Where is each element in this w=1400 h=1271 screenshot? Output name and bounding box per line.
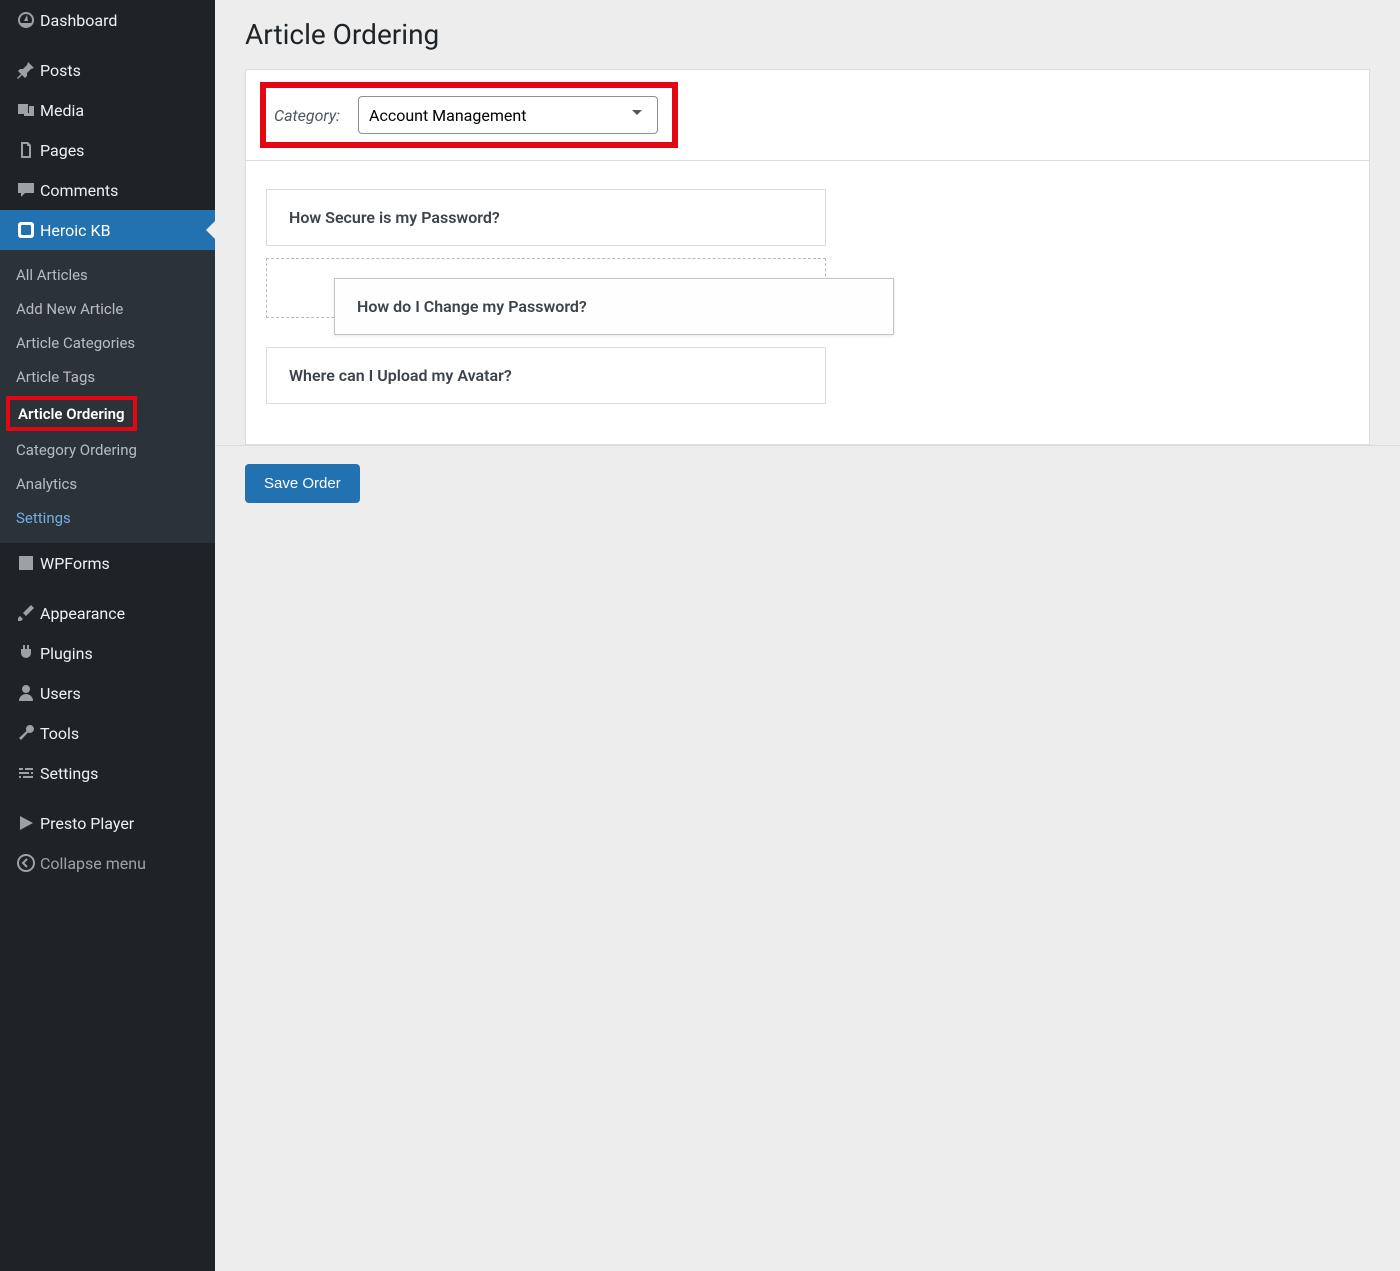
save-order-button[interactable]: Save Order	[245, 464, 360, 503]
sidebar-label: Settings	[40, 764, 98, 783]
sidebar-item-tools[interactable]: Tools	[0, 713, 215, 753]
article-row-dragging[interactable]: How do I Change my Password?	[334, 278, 894, 335]
sidebar-label: Posts	[40, 61, 81, 80]
heroic-kb-submenu: All Articles Add New Article Article Cat…	[0, 250, 215, 543]
collapse-icon	[12, 853, 40, 873]
sidebar-item-users[interactable]: Users	[0, 673, 215, 713]
article-row[interactable]: Where can I Upload my Avatar?	[266, 347, 826, 404]
sidebar-item-comments[interactable]: Comments	[0, 170, 215, 210]
submenu-add-new[interactable]: Add New Article	[0, 292, 215, 326]
book-icon	[12, 220, 40, 240]
sidebar-item-appearance[interactable]: Appearance	[0, 593, 215, 633]
chevron-down-icon	[627, 103, 647, 127]
ordering-panel: Category: Account Management How Secure …	[245, 69, 1370, 445]
comments-icon	[12, 180, 40, 200]
category-bar: Category: Account Management	[246, 70, 1369, 161]
category-label: Category:	[274, 106, 340, 125]
brush-icon	[12, 603, 40, 623]
submenu-settings[interactable]: Settings	[0, 501, 215, 535]
sidebar-label: Tools	[40, 724, 79, 743]
sidebar-collapse[interactable]: Collapse menu	[0, 843, 215, 883]
submenu-article-ordering[interactable]: Article Ordering	[18, 405, 125, 423]
submenu-tags[interactable]: Article Tags	[0, 360, 215, 394]
sidebar-item-pages[interactable]: Pages	[0, 130, 215, 170]
sidebar-item-heroic-kb[interactable]: Heroic KB	[0, 210, 215, 250]
sidebar-label: Collapse menu	[40, 854, 146, 873]
sidebar-label: WPForms	[40, 554, 110, 573]
sidebar-label: Dashboard	[40, 11, 117, 30]
sidebar-label: Heroic KB	[40, 221, 111, 240]
sidebar-label: Pages	[40, 141, 84, 160]
form-icon	[12, 553, 40, 573]
sidebar-item-settings[interactable]: Settings	[0, 753, 215, 793]
sidebar-item-wpforms[interactable]: WPForms	[0, 543, 215, 583]
submenu-category-ordering[interactable]: Category Ordering	[0, 433, 215, 467]
footer-bar: Save Order	[215, 445, 1400, 521]
admin-sidebar: Dashboard Posts Media Pages Comments Her…	[0, 0, 215, 1271]
play-icon	[12, 813, 40, 833]
sidebar-label: Appearance	[40, 604, 125, 623]
plug-icon	[12, 643, 40, 663]
submenu-analytics[interactable]: Analytics	[0, 467, 215, 501]
wrench-icon	[12, 723, 40, 743]
sidebar-item-presto[interactable]: Presto Player	[0, 803, 215, 843]
submenu-categories[interactable]: Article Categories	[0, 326, 215, 360]
dashboard-icon	[12, 10, 40, 30]
article-list: How Secure is my Password? How do I Chan…	[246, 161, 1369, 444]
sidebar-label: Media	[40, 101, 84, 120]
pin-icon	[12, 60, 40, 80]
category-select[interactable]: Account Management	[358, 96, 658, 134]
sidebar-item-media[interactable]: Media	[0, 90, 215, 130]
article-row[interactable]: How Secure is my Password?	[266, 189, 826, 246]
main-content: Article Ordering Category: Account Manag…	[215, 0, 1400, 1271]
sliders-icon	[12, 763, 40, 783]
submenu-all-articles[interactable]: All Articles	[0, 258, 215, 292]
sidebar-label: Presto Player	[40, 814, 134, 833]
sidebar-item-posts[interactable]: Posts	[0, 50, 215, 90]
sidebar-item-dashboard[interactable]: Dashboard	[0, 0, 215, 40]
category-highlight: Category: Account Management	[260, 82, 678, 148]
media-icon	[12, 100, 40, 120]
page-title: Article Ordering	[245, 18, 1370, 51]
category-value: Account Management	[369, 106, 526, 125]
pages-icon	[12, 140, 40, 160]
sidebar-label: Comments	[40, 181, 118, 200]
user-icon	[12, 683, 40, 703]
sidebar-label: Plugins	[40, 644, 93, 663]
sidebar-label: Users	[40, 684, 81, 703]
sidebar-item-plugins[interactable]: Plugins	[0, 633, 215, 673]
